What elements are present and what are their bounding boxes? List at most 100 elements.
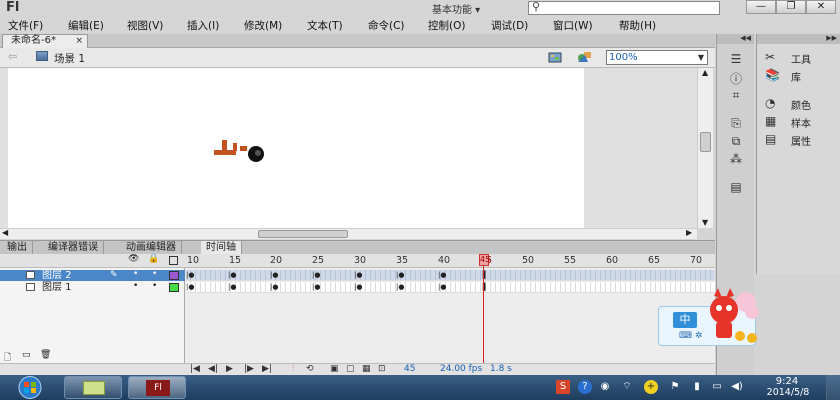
zoom-select[interactable]: 100% ▼ — [606, 50, 708, 65]
search-input[interactable]: ⚲ — [528, 0, 720, 15]
visibility-dot[interactable]: • — [133, 269, 138, 280]
edit-scene-icon[interactable] — [548, 51, 564, 63]
ime-mode-indicator[interactable]: 中 — [673, 312, 697, 328]
panel-library[interactable]: 📚 库 — [765, 68, 839, 84]
scroll-up-icon[interactable]: ▲ — [702, 68, 708, 77]
keyframe[interactable]: |● — [312, 284, 320, 291]
keyframe[interactable]: |● — [228, 284, 236, 291]
onion-skin-icon[interactable]: ▣ — [330, 364, 339, 374]
wifi-icon[interactable]: ⌔ — [620, 380, 634, 394]
keyframe[interactable]: |● — [270, 272, 278, 279]
outline-icon[interactable] — [169, 256, 178, 265]
scroll-down-icon[interactable]: ▼ — [702, 218, 708, 227]
lock-dot[interactable]: • — [152, 281, 157, 292]
lock-icon[interactable]: 🔒 — [148, 254, 159, 264]
horizontal-scroll-thumb[interactable] — [258, 230, 348, 238]
menu-help[interactable]: 帮助(H) — [619, 18, 656, 33]
help-icon[interactable]: ? — [578, 380, 592, 394]
layer-row[interactable]: 图层 1 • • — [0, 281, 185, 293]
keyframe[interactable]: |● — [354, 284, 362, 291]
center-frame-icon[interactable]: ⫶ — [292, 364, 294, 374]
keyframe[interactable]: |● — [396, 284, 404, 291]
menu-insert[interactable]: 插入(I) — [187, 18, 219, 33]
loop-icon[interactable]: ⟲ — [306, 364, 314, 374]
start-button[interactable] — [4, 375, 56, 400]
new-folder-icon[interactable]: ▭ — [22, 350, 31, 360]
show-desktop-button[interactable] — [826, 375, 840, 400]
first-frame-icon[interactable]: |◀ — [190, 364, 200, 374]
close-button[interactable]: ✕ — [806, 0, 836, 14]
restore-button[interactable]: ❐ — [776, 0, 806, 14]
keyframe[interactable]: |● — [438, 284, 446, 291]
keyframe[interactable]: |● — [312, 272, 320, 279]
play-icon[interactable]: ▶ — [226, 364, 233, 374]
menu-debug[interactable]: 调试(D) — [491, 18, 528, 33]
layer-color-swatch[interactable] — [169, 271, 179, 280]
visibility-dot[interactable]: • — [133, 281, 138, 292]
horizontal-scrollbar[interactable]: ◀ ▶ — [0, 228, 697, 239]
menu-text[interactable]: 文本(T) — [307, 18, 343, 33]
onion-markers-icon[interactable]: ⊡ — [378, 364, 386, 374]
stage-drawing[interactable] — [212, 134, 272, 164]
onion-outline-icon[interactable]: ▢ — [346, 364, 355, 374]
panel-color[interactable]: ◔ 颜色 — [765, 96, 839, 112]
keyframe[interactable]: |● — [270, 284, 278, 291]
keyframe[interactable]: |● — [228, 272, 236, 279]
network-icon[interactable]: ◉ — [598, 380, 612, 394]
eye-icon[interactable]: 👁 — [128, 254, 139, 264]
sogou-icon[interactable]: S — [556, 380, 570, 394]
monitor-icon[interactable]: ▭ — [710, 380, 724, 394]
document-tab[interactable]: 未命名-6* × — [2, 34, 88, 48]
playhead[interactable]: 45 — [479, 254, 490, 266]
frame-row[interactable]: |● |● |● |● |● |● |● ▐ — [186, 282, 715, 293]
scene-panel-icon[interactable]: ▤ — [728, 180, 744, 194]
signal-icon[interactable]: ▮ — [690, 380, 704, 394]
keyframe[interactable]: |● — [186, 284, 194, 291]
keyframe[interactable]: |● — [186, 272, 194, 279]
keyframe[interactable]: |● — [396, 272, 404, 279]
tab-output[interactable]: 输出 — [2, 241, 33, 255]
menu-control[interactable]: 控制(O) — [428, 18, 465, 33]
clock-date[interactable]: 2014/5/8 — [758, 387, 818, 398]
stage[interactable] — [8, 68, 584, 228]
delete-layer-icon[interactable]: 🗑 — [40, 350, 51, 360]
transform-icon[interactable]: ⌗ — [728, 88, 744, 102]
keyboard-icon[interactable]: ⌨ ✲ — [679, 331, 702, 341]
menu-file[interactable]: 文件(F) — [8, 18, 43, 33]
scroll-left-icon[interactable]: ◀ — [2, 228, 8, 237]
keyframe[interactable]: |● — [354, 272, 362, 279]
scroll-right-icon[interactable]: ▶ — [686, 228, 692, 237]
info-icon[interactable]: ⓘ — [728, 70, 744, 86]
vertical-scroll-thumb[interactable] — [700, 132, 711, 152]
last-frame-icon[interactable]: ▶| — [262, 364, 272, 374]
panel-swatches[interactable]: ▦ 样本 — [765, 114, 839, 130]
action-center-icon[interactable]: ⚑ — [668, 380, 682, 394]
vertical-scrollbar[interactable]: ▲ ▼ — [697, 68, 713, 228]
playhead-line[interactable] — [483, 254, 484, 364]
layer-row[interactable]: 图层 2 ✎ • • — [0, 269, 185, 281]
taskbar-app-explorer[interactable] — [64, 376, 122, 399]
tab-motion-editor[interactable]: 动画编辑器 — [121, 241, 182, 255]
close-tab-icon[interactable]: × — [75, 35, 83, 47]
frame-row[interactable]: |● |● |● |● |● |● |● ▐ — [186, 270, 715, 281]
edit-multiple-icon[interactable]: ▦ — [362, 364, 371, 374]
keyframe[interactable]: |● — [438, 272, 446, 279]
layer-color-swatch[interactable] — [169, 283, 179, 292]
motion-presets-icon[interactable]: ⁂ — [728, 152, 744, 166]
clock-time[interactable]: 9:24 — [770, 376, 804, 387]
expand-icon[interactable]: ▶▶ — [757, 34, 840, 44]
prev-frame-icon[interactable]: ◀| — [208, 364, 218, 374]
panel-tools[interactable]: ✂ 工具 — [765, 50, 839, 66]
menu-commands[interactable]: 命令(C) — [368, 18, 405, 33]
tab-timeline[interactable]: 时间轴 — [201, 241, 242, 255]
menu-view[interactable]: 视图(V) — [127, 18, 163, 33]
next-frame-icon[interactable]: |▶ — [244, 364, 254, 374]
plus-icon[interactable]: + — [644, 380, 658, 394]
panel-properties[interactable]: ▤ 属性 — [765, 132, 839, 148]
workspace-switcher[interactable]: 基本功能 ▾ — [432, 1, 480, 16]
collapse-icon[interactable]: ◀◀ — [717, 34, 754, 44]
minimize-button[interactable]: — — [746, 0, 776, 14]
menu-edit[interactable]: 编辑(E) — [68, 18, 104, 33]
frame-grid[interactable]: |● |● |● |● |● |● |● ▐ |● |● |● |● |● |●… — [186, 268, 715, 293]
tab-compiler-errors[interactable]: 编译器错误 — [43, 241, 104, 255]
